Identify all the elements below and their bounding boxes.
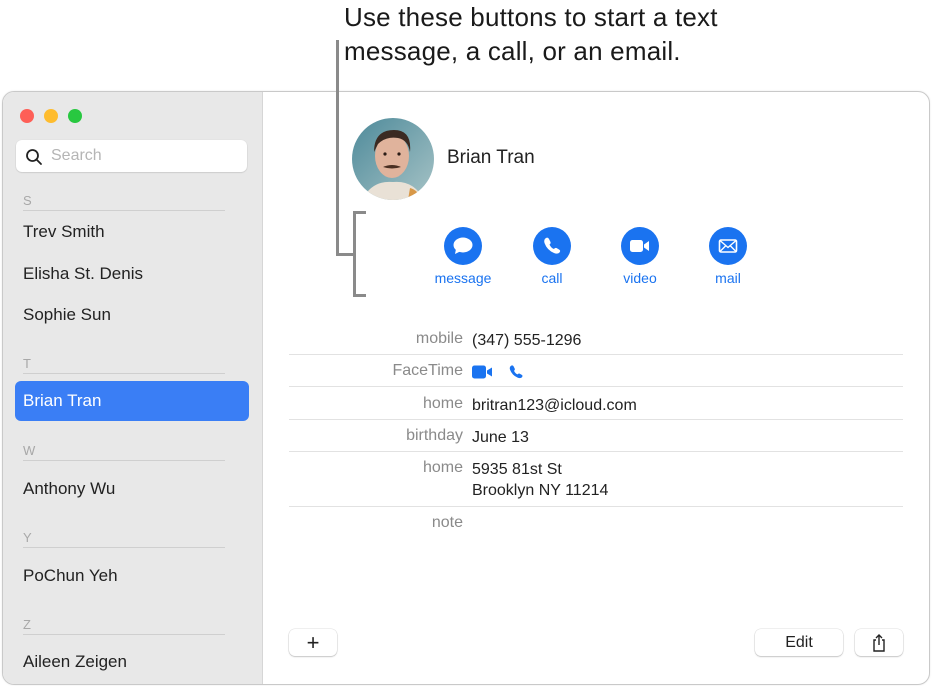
contact-item-selected[interactable]: Brian Tran <box>15 381 249 421</box>
call-button[interactable]: call <box>512 227 592 286</box>
mail-label: mail <box>715 270 741 286</box>
avatar <box>352 118 434 200</box>
envelope-icon <box>709 227 747 265</box>
contact-item-label: Brian Tran <box>23 391 102 410</box>
callout-bracket <box>353 211 366 214</box>
callout-line-2: message, a call, or an email. <box>344 36 681 66</box>
email-link[interactable]: britran123@icloud.com <box>472 395 637 416</box>
field-label: home <box>422 459 463 476</box>
contact-item[interactable]: Trev Smith <box>23 222 105 242</box>
zoom-button[interactable] <box>68 109 82 123</box>
minimize-button[interactable] <box>44 109 58 123</box>
phone-number-link[interactable]: (347) 555-1296 <box>472 330 581 351</box>
add-contact-button[interactable]: + <box>289 629 337 656</box>
divider <box>289 451 903 452</box>
callout-line-1: Use these buttons to start a text <box>344 2 718 32</box>
call-label: call <box>541 270 563 286</box>
field-label: birthday <box>406 427 463 444</box>
callout-bracket <box>353 294 366 297</box>
section-header-z: Z <box>23 617 225 635</box>
facetime-actions <box>472 364 524 386</box>
address-line-2: Brooklyn NY 11214 <box>472 482 609 499</box>
callout-bracket <box>353 211 356 297</box>
contact-item[interactable]: Aileen Zeigen <box>23 652 127 672</box>
address-line-1: 5935 81st St <box>472 461 562 478</box>
video-camera-icon <box>621 227 659 265</box>
divider <box>289 506 903 507</box>
field-label: FaceTime <box>392 362 463 379</box>
contacts-window: Search S Trev Smith Elisha St. Denis Sop… <box>2 91 930 685</box>
contact-detail: Brian Tran message call video mail mobil… <box>263 92 929 684</box>
message-label: message <box>434 270 492 286</box>
contact-item[interactable]: Anthony Wu <box>23 479 115 499</box>
phone-icon <box>533 227 571 265</box>
facetime-video-icon[interactable] <box>472 364 494 380</box>
video-button[interactable]: video <box>600 227 680 286</box>
divider <box>289 419 903 420</box>
share-icon <box>873 633 885 652</box>
field-label: mobile <box>415 330 463 347</box>
facetime-audio-icon[interactable] <box>508 364 524 380</box>
section-header-t: T <box>23 356 225 374</box>
mail-button[interactable]: mail <box>688 227 768 286</box>
search-placeholder: Search <box>51 147 102 164</box>
callout-leader-line <box>336 40 339 255</box>
contact-name: Brian Tran <box>447 147 535 168</box>
divider <box>289 386 903 387</box>
search-icon <box>26 149 42 165</box>
video-label: video <box>623 270 657 286</box>
contact-item[interactable]: Sophie Sun <box>23 305 111 325</box>
contact-item[interactable]: Elisha St. Denis <box>23 264 143 284</box>
contact-item[interactable]: PoChun Yeh <box>23 566 118 586</box>
address-value[interactable]: 5935 81st St Brooklyn NY 11214 <box>472 459 608 501</box>
sidebar: Search S Trev Smith Elisha St. Denis Sop… <box>3 92 263 684</box>
section-header-s: S <box>23 193 225 211</box>
search-input[interactable]: Search <box>16 140 247 172</box>
message-button[interactable]: message <box>423 227 503 286</box>
birthday-value: June 13 <box>472 429 529 446</box>
section-header-y: Y <box>23 530 225 548</box>
close-button[interactable] <box>20 109 34 123</box>
section-header-w: W <box>23 443 225 461</box>
divider <box>289 354 903 355</box>
edit-button[interactable]: Edit <box>755 629 843 656</box>
avatar-photo <box>352 118 434 200</box>
field-label: note <box>431 514 463 531</box>
field-label: home <box>422 395 463 412</box>
callout-text: Use these buttons to start a text messag… <box>344 0 718 68</box>
message-bubble-icon <box>444 227 482 265</box>
share-button[interactable] <box>855 629 903 656</box>
